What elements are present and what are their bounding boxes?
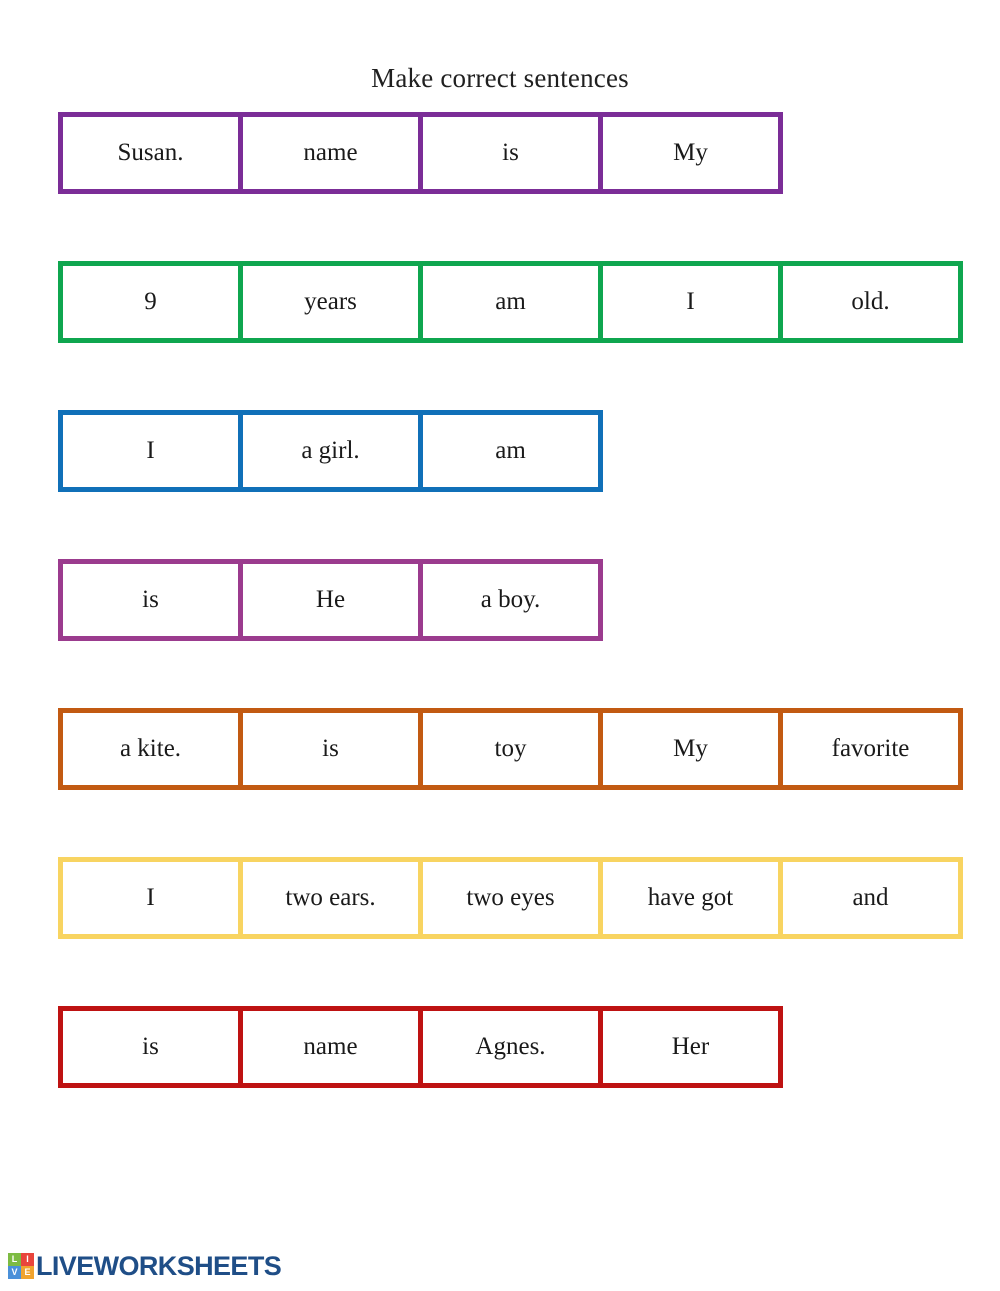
word-card[interactable]: name: [238, 1006, 423, 1088]
word-card[interactable]: a girl.: [238, 410, 423, 492]
sentence-row: is He a boy.: [58, 559, 978, 641]
word-card[interactable]: am: [418, 261, 603, 343]
word-card[interactable]: Agnes.: [418, 1006, 603, 1088]
word-card[interactable]: have got: [598, 857, 783, 939]
logo-tile-i-icon: I: [21, 1253, 34, 1266]
word-card[interactable]: 9: [58, 261, 243, 343]
word-card[interactable]: and: [778, 857, 963, 939]
logo-tile-l-icon: L: [8, 1253, 21, 1266]
word-card[interactable]: My: [598, 112, 783, 194]
sentence-row: Itwo ears. two eyes have got and: [58, 857, 978, 939]
liveworksheets-logo: LIVE LIVEWORKSHEETS: [8, 1249, 282, 1283]
word-card[interactable]: am: [418, 410, 603, 492]
word-card[interactable]: My: [598, 708, 783, 790]
word-card[interactable]: a boy.: [418, 559, 603, 641]
word-card[interactable]: old.: [778, 261, 963, 343]
word-card[interactable]: is: [58, 1006, 243, 1088]
word-card[interactable]: name: [238, 112, 423, 194]
word-card[interactable]: I: [58, 857, 243, 939]
word-card[interactable]: two ears.: [238, 857, 423, 939]
page-title: Make correct sentences: [371, 63, 629, 93]
sentence-row: is name Agnes. Her: [58, 1006, 978, 1088]
word-card[interactable]: favorite: [778, 708, 963, 790]
sentence-row: Susan. name is My: [58, 112, 978, 194]
word-card[interactable]: Her: [598, 1006, 783, 1088]
word-card[interactable]: two eyes: [418, 857, 603, 939]
sentence-row: Ia girl. am: [58, 410, 978, 492]
logo-tile-e-icon: E: [21, 1266, 34, 1279]
word-card[interactable]: a kite.: [58, 708, 243, 790]
word-card[interactable]: is: [238, 708, 423, 790]
worksheet-page: Make correct sentences Susan. name is My 9 ye…: [0, 0, 1000, 1291]
word-card[interactable]: toy: [418, 708, 603, 790]
logo-tile-v-icon: V: [8, 1266, 21, 1279]
word-card[interactable]: He: [238, 559, 423, 641]
sentence-row: 9 years am Iold.: [58, 261, 978, 343]
word-card[interactable]: is: [58, 559, 243, 641]
sentence-row: a kite. is toy My favorite: [58, 708, 978, 790]
liveworksheets-wordmark: LIVEWORKSHEETS: [36, 1251, 282, 1281]
word-card[interactable]: Susan.: [58, 112, 243, 194]
word-card[interactable]: is: [418, 112, 603, 194]
sentence-list: Susan. name is My 9 years am Iold. Ia girl. am is H…: [58, 112, 978, 1155]
word-card[interactable]: I: [598, 261, 783, 343]
liveworksheets-logo-icon: LIVE: [8, 1253, 34, 1279]
word-card[interactable]: I: [58, 410, 243, 492]
word-card[interactable]: years: [238, 261, 423, 343]
